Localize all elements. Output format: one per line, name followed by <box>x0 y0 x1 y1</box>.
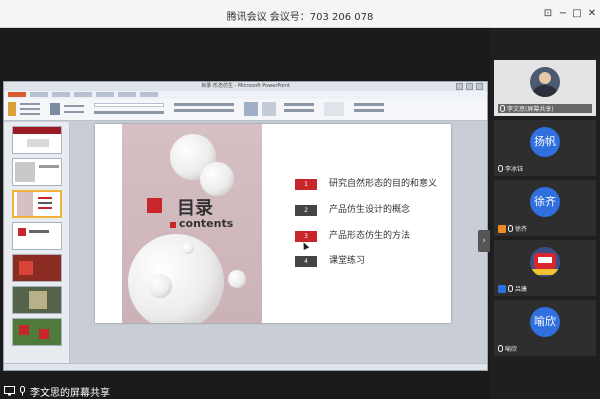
window-title: 腾讯会议 会议号：703 206 078 <box>226 12 374 23</box>
participant-tile[interactable]: 扬帆 李冰钰 <box>494 120 596 176</box>
ppt-ribbon-tabs[interactable] <box>4 91 487 99</box>
ppt-tab[interactable] <box>74 92 92 97</box>
screen-share-icon <box>4 386 15 396</box>
toc-item-number: 1 <box>295 179 317 190</box>
toc-item-text: 课堂练习 <box>329 256 366 266</box>
slide-editor[interactable]: 目录 contents 1 研究自然形态的目的和意义 2 产品仿生设计的概念 3… <box>71 122 487 365</box>
participant-tile[interactable]: 徐齐 徐齐 <box>494 180 596 236</box>
participant-label: 徐齐 <box>498 224 527 233</box>
participant-name: 徐齐 <box>515 226 528 233</box>
meeting-window: 腾讯会议 会议号：703 206 078 ⊡ − □ ✕ 目录-形态仿生 - M… <box>0 0 600 399</box>
maximize-icon[interactable]: □ <box>569 6 585 22</box>
participant-name: 李冰钰 <box>505 166 524 173</box>
user-photo-icon <box>530 247 560 277</box>
screen-share-indicator: 李文思的屏幕共享 <box>0 383 114 399</box>
toc-item-number: 2 <box>295 205 317 216</box>
slide-thumbnail[interactable] <box>12 318 62 346</box>
mic-icon <box>508 285 513 292</box>
mic-icon <box>500 105 505 112</box>
ppt-title-bar: 目录-形态仿生 - Microsoft PowerPoint <box>4 82 487 91</box>
ppt-tab[interactable] <box>52 92 70 97</box>
slide-thumbnail[interactable] <box>12 222 62 250</box>
host-badge-icon <box>498 224 506 233</box>
participant-avatar: 喻欣 <box>530 307 560 337</box>
collapse-panel-button[interactable]: › <box>478 230 490 252</box>
heading-red-square <box>147 198 162 213</box>
participant-name: 吕康 <box>515 286 528 293</box>
slide-thumbnail[interactable] <box>12 126 62 154</box>
toc-item-text: 产品形态仿生的方法 <box>329 231 411 241</box>
ppt-tab[interactable] <box>96 92 114 97</box>
current-slide[interactable]: 目录 contents 1 研究自然形态的目的和意义 2 产品仿生设计的概念 3… <box>95 124 451 323</box>
mic-icon <box>20 386 25 396</box>
ppt-close-icon[interactable] <box>476 83 483 90</box>
close-icon[interactable]: ✕ <box>584 6 600 22</box>
mic-icon <box>498 345 503 352</box>
ppt-maximize-icon[interactable] <box>466 83 473 90</box>
ppt-status-bar <box>4 363 487 370</box>
toc-item-number: 4 <box>295 256 317 267</box>
user-badge-icon <box>498 284 506 293</box>
title-bar: 腾讯会议 会议号：703 206 078 ⊡ − □ ✕ <box>0 0 600 28</box>
participant-name: 喻欣 <box>505 346 518 353</box>
pin-icon[interactable]: ⊡ <box>540 6 556 22</box>
participant-tile[interactable]: 李文思(屏幕共享) <box>494 60 596 116</box>
powerpoint-window: 目录-形态仿生 - Microsoft PowerPoint 目录 conten… <box>3 81 488 371</box>
toc-item-text: 产品仿生设计的概念 <box>329 205 411 215</box>
participant-avatar: 扬帆 <box>530 127 560 157</box>
participant-avatar: 徐齐 <box>530 187 560 217</box>
participant-label: 李文思(屏幕共享) <box>498 104 592 113</box>
sharer-label: 李文思的屏幕共享 <box>30 387 110 399</box>
ppt-tab[interactable] <box>30 92 48 97</box>
subheading-red-square <box>170 222 176 228</box>
slide-subheading: contents <box>179 217 234 230</box>
participant-label: 李冰钰 <box>498 164 523 173</box>
mic-icon <box>498 165 503 172</box>
screen-share-area: 目录-形态仿生 - Microsoft PowerPoint 目录 conten… <box>0 28 490 399</box>
toc-item-text: 研究自然形态的目的和意义 <box>329 179 438 189</box>
participant-label: 喻欣 <box>498 344 517 353</box>
slide-thumbnail-current[interactable] <box>12 190 62 218</box>
participant-tile[interactable]: 吕康 <box>494 240 596 296</box>
ppt-file-tab[interactable] <box>8 92 26 97</box>
participants-panel: 李文思(屏幕共享) 扬帆 李冰钰 徐齐 徐齐 吕康 喻欣 喻欣 <box>490 28 600 399</box>
participant-tile[interactable]: 喻欣 喻欣 <box>494 300 596 356</box>
ppt-minimize-icon[interactable] <box>456 83 463 90</box>
mic-icon <box>508 225 513 232</box>
ppt-tab[interactable] <box>118 92 136 97</box>
slide-thumbnail[interactable] <box>12 254 62 282</box>
ppt-tab[interactable] <box>140 92 158 97</box>
ppt-ribbon[interactable] <box>4 99 487 121</box>
slide-thumbnail[interactable] <box>12 158 62 186</box>
mouse-cursor-icon <box>300 241 310 250</box>
slide-thumbnails-pane[interactable] <box>4 122 70 365</box>
slide-thumbnail[interactable] <box>12 286 62 314</box>
participant-name: 李文思(屏幕共享) <box>507 106 554 113</box>
participant-label: 吕康 <box>498 284 527 293</box>
user-photo-icon <box>530 67 560 97</box>
